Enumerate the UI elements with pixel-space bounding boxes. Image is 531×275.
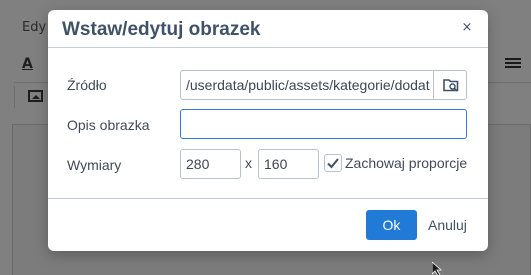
description-input[interactable] bbox=[180, 109, 467, 139]
browse-button[interactable] bbox=[433, 70, 467, 100]
dimensions-separator: x bbox=[245, 155, 252, 171]
menu-item-edit: Edy bbox=[22, 20, 47, 35]
source-input[interactable]: /userdata/public/assets/kategorie/dodat bbox=[180, 70, 433, 100]
folder-search-icon bbox=[443, 79, 459, 92]
width-input[interactable]: 280 bbox=[180, 149, 241, 179]
constrain-proportions-toggle[interactable]: Zachowaj proporcje bbox=[324, 152, 467, 174]
close-icon[interactable]: × bbox=[460, 21, 474, 35]
toolbar-separator bbox=[14, 86, 15, 108]
align-justify-icon bbox=[505, 58, 521, 71]
dialog-header: Wstaw/edytuj obrazek × bbox=[48, 10, 488, 48]
dialog-title: Wstaw/edytuj obrazek bbox=[62, 19, 261, 40]
insert-image-dialog: Wstaw/edytuj obrazek × Źródło /userdata/… bbox=[48, 10, 488, 251]
ok-button[interactable]: Ok bbox=[366, 210, 417, 240]
dimensions-label: Wymiary bbox=[67, 157, 122, 173]
dialog-footer: Ok Anuluj bbox=[48, 198, 488, 251]
height-input[interactable]: 160 bbox=[258, 149, 319, 179]
constrain-label: Zachowaj proporcje bbox=[345, 155, 468, 171]
description-label: Opis obrazka bbox=[67, 117, 150, 133]
check-icon bbox=[327, 158, 339, 169]
source-label: Źródło bbox=[67, 77, 107, 93]
image-icon bbox=[28, 90, 43, 102]
constrain-checkbox[interactable] bbox=[324, 154, 342, 172]
text-color-icon: A bbox=[22, 56, 33, 72]
cancel-button[interactable]: Anuluj bbox=[428, 210, 467, 240]
